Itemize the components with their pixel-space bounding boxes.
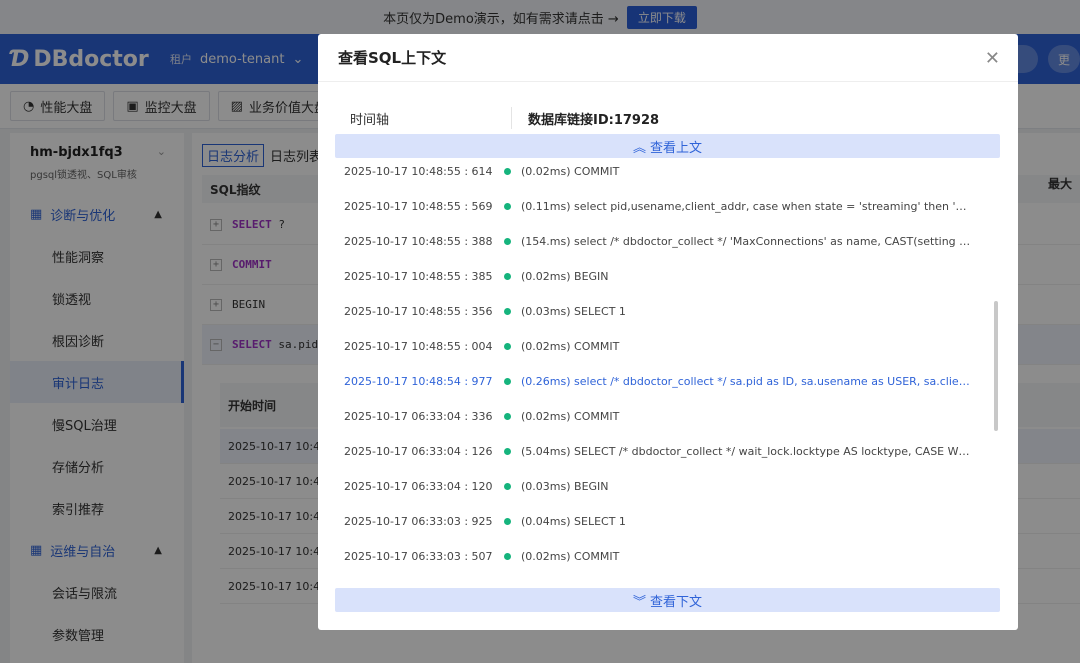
context-row[interactable]: 2025-10-17 06:33:04 : 336 (0.02ms) COMMIT <box>318 399 1018 434</box>
sql-context-dialog: 查看SQL上下文 ✕ 时间轴 数据库链接ID:17928 ︽ 查看上文 2025… <box>318 34 1018 630</box>
button-label: 查看上文 <box>650 140 703 156</box>
row-timestamp: 2025-10-17 10:48:55 : 356 <box>344 305 493 318</box>
status-dot-icon <box>504 448 511 455</box>
row-sql: (0.02ms) COMMIT <box>521 340 620 353</box>
row-sql: (0.04ms) SELECT 1 <box>521 515 626 528</box>
context-row[interactable]: 2025-10-17 10:48:54 : 977 (0.26ms) select… <box>318 364 1018 399</box>
context-row[interactable]: 2025-10-17 10:48:55 : 614 (0.02ms) COMMIT <box>318 154 1018 189</box>
context-row[interactable]: 2025-10-17 10:48:55 : 356 (0.03ms) SELECT… <box>318 294 1018 329</box>
status-dot-icon <box>504 483 511 490</box>
row-timestamp: 2025-10-17 10:48:55 : 614 <box>344 165 493 178</box>
status-dot-icon <box>504 413 511 420</box>
status-dot-icon <box>504 168 511 175</box>
connection-id-label: 数据库链接ID:17928 <box>528 112 660 128</box>
row-timestamp: 2025-10-17 06:33:04 : 120 <box>344 480 493 493</box>
row-timestamp: 2025-10-17 06:33:04 : 126 <box>344 445 493 458</box>
context-row[interactable]: 2025-10-17 10:48:55 : 569 (0.11ms) select… <box>318 189 1018 224</box>
context-row[interactable]: 2025-10-17 10:48:55 : 004 (0.02ms) COMMIT <box>318 329 1018 364</box>
dialog-header: 查看SQL上下文 ✕ <box>318 34 1018 82</box>
context-row[interactable]: 2025-10-17 06:33:03 : 925 (0.04ms) SELECT… <box>318 504 1018 539</box>
row-timestamp: 2025-10-17 06:33:03 : 507 <box>344 550 493 563</box>
view-next-button[interactable]: ︾ 查看下文 <box>335 588 1000 612</box>
context-list: 2025-10-17 10:48:55 : 614 (0.02ms) COMMIT… <box>318 154 1018 590</box>
row-sql: (0.02ms) BEGIN <box>521 270 609 283</box>
timeline-column-label: 时间轴 <box>350 112 390 128</box>
status-dot-icon <box>504 553 511 560</box>
status-dot-icon <box>504 308 511 315</box>
row-sql: (0.02ms) COMMIT <box>521 165 620 178</box>
row-timestamp: 2025-10-17 10:48:55 : 385 <box>344 270 493 283</box>
close-icon[interactable]: ✕ <box>985 48 1000 69</box>
scrollbar[interactable] <box>994 301 998 431</box>
row-timestamp: 2025-10-17 10:48:55 : 569 <box>344 200 493 213</box>
double-chevron-up-icon: ︽ <box>632 140 646 156</box>
context-row[interactable]: 2025-10-17 10:48:55 : 388 (154.ms) select… <box>318 224 1018 259</box>
status-dot-icon <box>504 518 511 525</box>
status-dot-icon <box>504 238 511 245</box>
row-timestamp: 2025-10-17 06:33:03 : 925 <box>344 515 493 528</box>
status-dot-icon <box>504 378 511 385</box>
row-sql: (0.02ms) COMMIT <box>521 410 620 423</box>
double-chevron-down-icon: ︾ <box>632 594 646 610</box>
row-sql: (0.03ms) BEGIN <box>521 480 609 493</box>
row-timestamp: 2025-10-17 06:33:04 : 336 <box>344 410 493 423</box>
dialog-columns: 时间轴 数据库链接ID:17928 <box>318 106 1018 130</box>
context-row[interactable]: 2025-10-17 06:33:03 : 507 (0.02ms) COMMIT <box>318 539 1018 574</box>
status-dot-icon <box>504 343 511 350</box>
row-timestamp: 2025-10-17 10:48:55 : 388 <box>344 235 493 248</box>
row-sql: (5.04ms) SELECT /* dbdoctor_collect */ w… <box>521 445 973 458</box>
context-row[interactable]: 2025-10-17 06:33:04 : 120 (0.03ms) BEGIN <box>318 469 1018 504</box>
row-sql: (154.ms) select /* dbdoctor_collect */ '… <box>521 235 973 248</box>
status-dot-icon <box>504 273 511 280</box>
row-sql: (0.11ms) select pid,usename,client_addr,… <box>521 200 973 213</box>
row-sql: (0.03ms) SELECT 1 <box>521 305 626 318</box>
row-sql: (0.26ms) select /* dbdoctor_collect */ s… <box>521 375 973 388</box>
row-timestamp: 2025-10-17 10:48:54 : 977 <box>344 375 493 388</box>
button-label: 查看下文 <box>650 594 703 610</box>
context-row[interactable]: 2025-10-17 06:33:04 : 126 (5.04ms) SELECT… <box>318 434 1018 469</box>
status-dot-icon <box>504 203 511 210</box>
row-sql: (0.02ms) COMMIT <box>521 550 620 563</box>
dialog-title: 查看SQL上下文 <box>338 49 447 67</box>
row-timestamp: 2025-10-17 10:48:55 : 004 <box>344 340 493 353</box>
context-row[interactable]: 2025-10-17 10:48:55 : 385 (0.02ms) BEGIN <box>318 259 1018 294</box>
